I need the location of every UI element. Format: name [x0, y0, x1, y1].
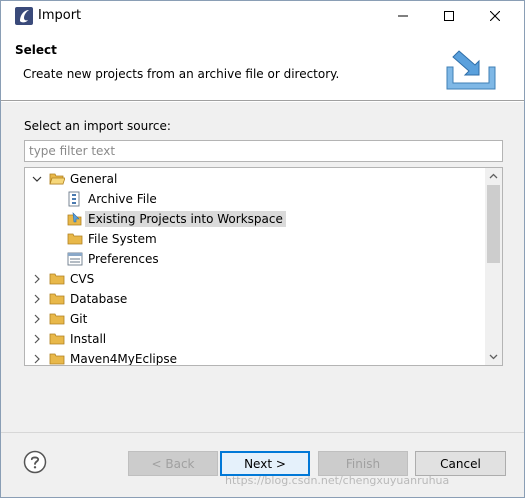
- filter-input[interactable]: [24, 140, 503, 162]
- existing-projects-icon: [67, 211, 83, 227]
- scroll-thumb[interactable]: [487, 185, 500, 263]
- window-title: Import: [38, 8, 82, 23]
- maximize-icon: [444, 11, 454, 21]
- tree-item-label: Install: [70, 332, 107, 346]
- chevron-right-icon[interactable]: [31, 273, 43, 285]
- folder-icon: [49, 291, 65, 307]
- chevron-right-icon[interactable]: [31, 313, 43, 325]
- tree-item-general[interactable]: General: [31, 169, 120, 189]
- tree-item-cvs[interactable]: CVS: [31, 269, 97, 289]
- tree-item-database[interactable]: Database: [31, 289, 130, 309]
- button-bar: < Back Next > Finish Cancel: [1, 432, 524, 497]
- import-source-tree[interactable]: General Archive File Existing Projects i…: [24, 167, 503, 366]
- maximize-button[interactable]: [426, 1, 472, 31]
- scroll-down-button[interactable]: [485, 348, 502, 365]
- folder-icon: [67, 231, 83, 247]
- tree-item-preferences[interactable]: Preferences: [67, 249, 162, 269]
- wizard-content: Select an import source: General Archive…: [1, 102, 524, 432]
- tree-item-maven4myeclipse[interactable]: Maven4MyEclipse: [31, 349, 180, 366]
- tree-item-label: CVS: [70, 272, 95, 286]
- archive-file-icon: [67, 191, 83, 207]
- tree-scrollbar[interactable]: [485, 168, 502, 365]
- import-wizard-icon: [446, 50, 496, 90]
- folder-icon: [49, 271, 65, 287]
- page-title: Select: [15, 43, 57, 57]
- tree-item-existing-projects[interactable]: Existing Projects into Workspace: [67, 209, 286, 229]
- next-button[interactable]: Next >: [220, 451, 310, 476]
- folder-icon: [49, 311, 65, 327]
- tree-item-label: Archive File: [88, 192, 157, 206]
- tree-item-label: Database: [70, 292, 128, 306]
- chevron-right-icon[interactable]: [31, 293, 43, 305]
- eclipse-app-icon: [15, 7, 33, 25]
- page-description: Create new projects from an archive file…: [23, 67, 340, 81]
- chevron-right-icon[interactable]: [31, 333, 43, 345]
- tree-item-label: Existing Projects into Workspace: [85, 211, 286, 227]
- tree-item-install[interactable]: Install: [31, 329, 109, 349]
- close-icon: [490, 11, 500, 21]
- folder-icon: [49, 351, 65, 365]
- tree-item-file-system[interactable]: File System: [67, 229, 160, 249]
- scroll-up-button[interactable]: [485, 168, 502, 185]
- back-button[interactable]: < Back: [128, 451, 218, 476]
- wizard-banner: Select Create new projects from an archi…: [1, 31, 524, 101]
- close-button[interactable]: [472, 1, 518, 31]
- finish-button[interactable]: Finish: [318, 451, 408, 476]
- chevron-up-icon: [489, 173, 498, 179]
- tree-item-archive-file[interactable]: Archive File: [67, 189, 160, 209]
- chevron-right-icon[interactable]: [31, 353, 43, 365]
- tree-item-git[interactable]: Git: [31, 309, 90, 329]
- import-source-label: Select an import source:: [24, 119, 171, 133]
- folder-open-icon: [49, 171, 65, 187]
- minimize-icon: [398, 15, 408, 17]
- tree-item-label: Preferences: [88, 252, 159, 266]
- title-bar[interactable]: Import: [1, 1, 524, 31]
- cancel-button[interactable]: Cancel: [415, 451, 506, 476]
- tree-item-label: File System: [88, 232, 157, 246]
- folder-icon: [49, 331, 65, 347]
- import-dialog: Import Select Create new projects from a…: [0, 0, 525, 498]
- tree-item-label: General: [70, 172, 118, 186]
- tree-item-label: Git: [70, 312, 88, 326]
- help-icon[interactable]: [23, 450, 47, 474]
- minimize-button[interactable]: [380, 1, 426, 31]
- tree-item-label: Maven4MyEclipse: [70, 352, 177, 366]
- chevron-down-icon: [489, 354, 498, 360]
- preferences-icon: [67, 251, 83, 267]
- chevron-down-icon[interactable]: [31, 173, 43, 185]
- watermark: https://blog.csdn.net/chengxuyuanruhua: [225, 474, 450, 487]
